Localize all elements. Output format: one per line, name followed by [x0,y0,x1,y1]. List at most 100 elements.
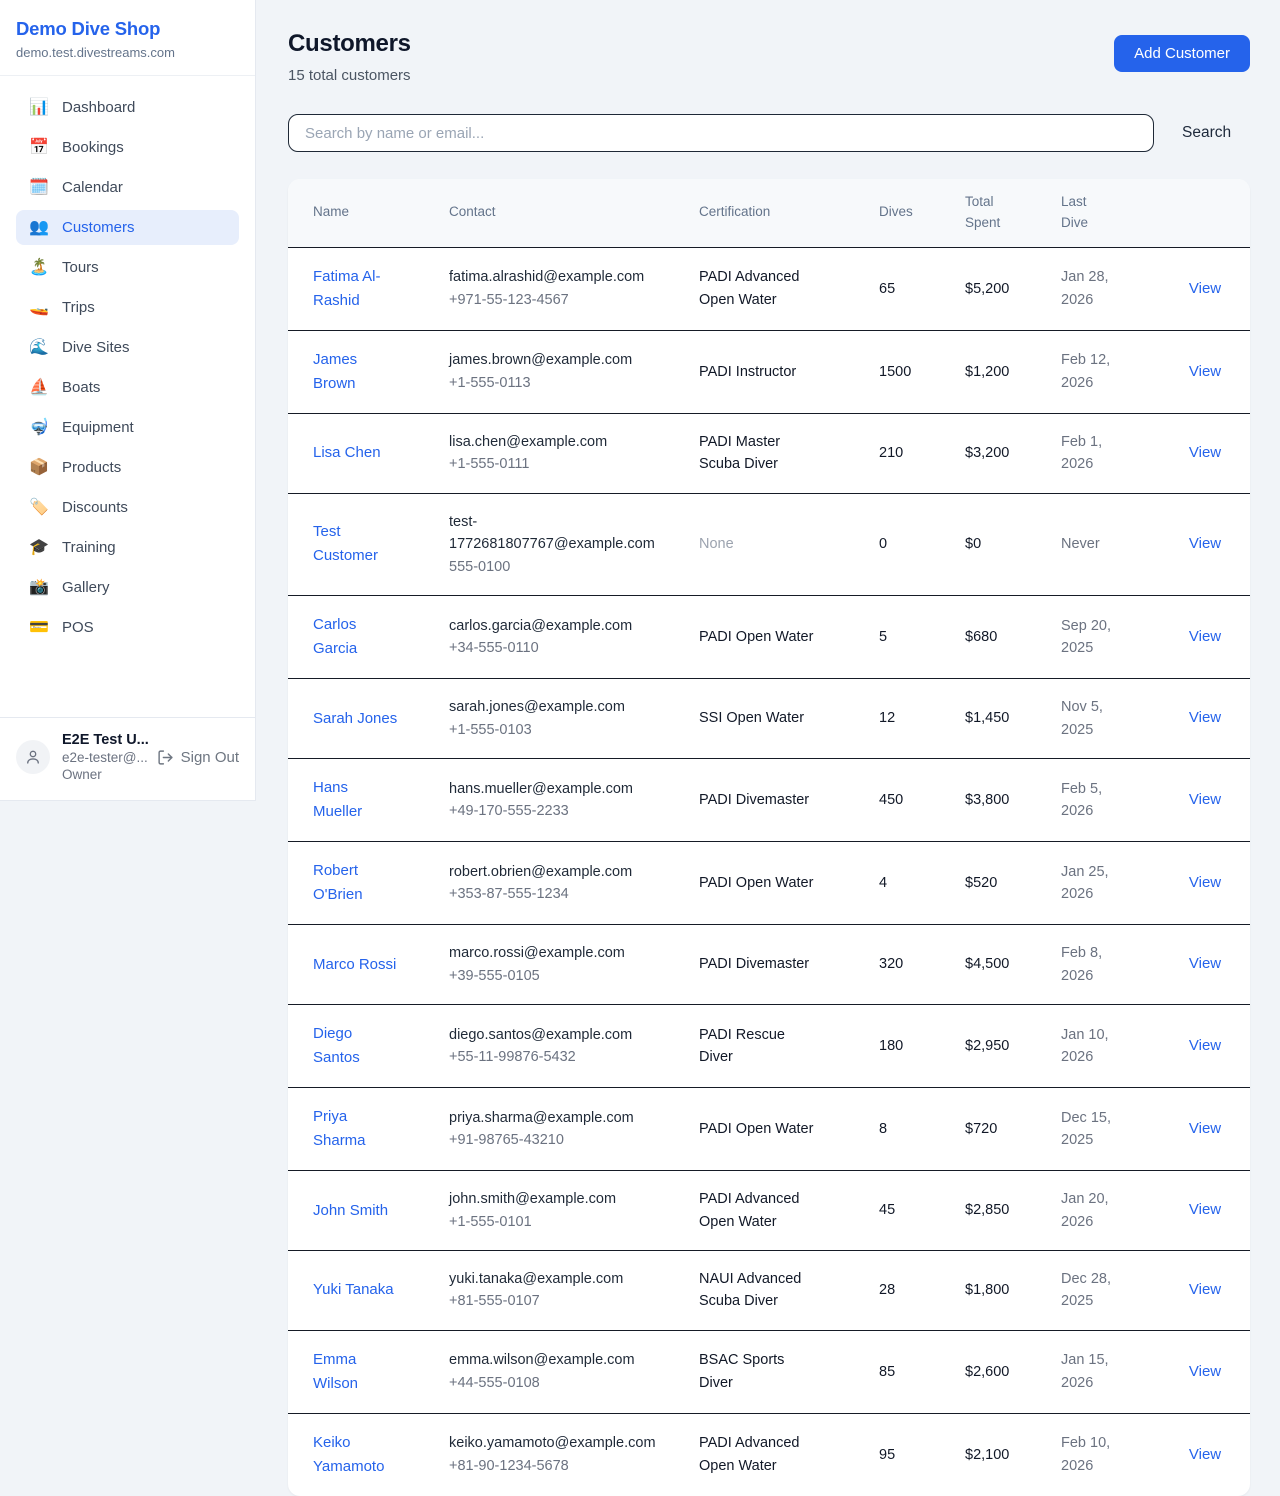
table-row: Carlos Garcia carlos.garcia@example.com … [288,596,1250,679]
sidebar-item-trips[interactable]: 🚤 Trips [16,290,239,325]
search-button[interactable]: Search [1182,124,1231,142]
view-customer-link[interactable]: View [1189,363,1221,380]
view-customer-link[interactable]: View [1189,535,1221,552]
sidebar-item-dashboard[interactable]: 📊 Dashboard [16,90,239,125]
customer-last-dive: Feb 12, 2026 [1045,330,1160,413]
view-customer-link[interactable]: View [1189,709,1221,726]
sidebar-item-customers[interactable]: 👥 Customers [16,210,239,245]
sidebar-item-label: Trips [62,299,95,316]
customer-last-dive: Dec 15, 2025 [1045,1088,1160,1171]
view-customer-link[interactable]: View [1189,791,1221,808]
customer-name-link[interactable]: Yuki Tanaka [288,1251,433,1331]
customer-name-link[interactable]: Hans Mueller [288,759,433,842]
customer-name-link[interactable]: James Brown [288,330,433,413]
view-customer-link[interactable]: View [1189,280,1221,297]
customer-name-link[interactable]: Carlos Garcia [288,596,433,679]
customer-contact: hans.mueller@example.com +49-170-555-223… [433,759,683,842]
customer-email: john.smith@example.com [449,1188,616,1210]
customer-name-link[interactable]: Keiko Yamamoto [288,1413,433,1496]
dashboard-icon: 📊 [29,100,49,116]
sidebar-item-tours[interactable]: 🏝️ Tours [16,250,239,285]
customer-contact: lisa.chen@example.com +1-555-0111 [433,413,683,493]
view-customer-link[interactable]: View [1189,1120,1221,1137]
sidebar-item-pos[interactable]: 💳 POS [16,610,239,645]
customer-count: 15 total customers [288,67,411,84]
table-row: Emma Wilson emma.wilson@example.com +44-… [288,1330,1250,1413]
customer-certification: SSI Open Water [683,679,863,759]
sidebar-item-label: Dive Sites [62,339,130,356]
customer-dives: 65 [863,247,949,330]
customer-certification: PADI Open Water [683,1088,863,1171]
customer-phone: +55-11-99876-5432 [449,1046,632,1068]
table-row: John Smith john.smith@example.com +1-555… [288,1171,1250,1251]
customer-certification: BSAC Sports Diver [683,1330,863,1413]
sidebar-item-training[interactable]: 🎓 Training [16,530,239,565]
customer-email: diego.santos@example.com [449,1024,632,1046]
sidebar-item-calendar[interactable]: 🗓️ Calendar [16,170,239,205]
search-input[interactable] [288,114,1154,152]
customer-dives: 95 [863,1413,949,1496]
table-row: Sarah Jones sarah.jones@example.com +1-5… [288,679,1250,759]
customer-dives: 85 [863,1330,949,1413]
customer-name-link[interactable]: Emma Wilson [288,1330,433,1413]
boats-icon: ⛵ [29,380,49,396]
view-customer-link[interactable]: View [1189,1037,1221,1054]
customer-contact: marco.rossi@example.com +39-555-0105 [433,925,683,1005]
view-customer-link[interactable]: View [1189,874,1221,891]
view-customer-link[interactable]: View [1189,1201,1221,1218]
customer-total-spent: $3,800 [949,759,1045,842]
customers-table-card: NameContactCertificationDivesTotal Spent… [288,179,1250,1496]
customer-contact: sarah.jones@example.com +1-555-0103 [433,679,683,759]
customer-name-link[interactable]: Fatima Al-Rashid [288,247,433,330]
sidebar-item-boats[interactable]: ⛵ Boats [16,370,239,405]
avatar [16,740,50,774]
customer-total-spent: $4,500 [949,925,1045,1005]
add-customer-button[interactable]: Add Customer [1114,35,1250,72]
view-customer-link[interactable]: View [1189,1446,1221,1463]
table-row: Diego Santos diego.santos@example.com +5… [288,1005,1250,1088]
customer-phone: +44-555-0108 [449,1372,635,1394]
column-header-contact: Contact [433,179,683,247]
sidebar: Demo Dive Shop demo.test.divestreams.com… [0,0,256,801]
view-customer-link[interactable]: View [1189,1363,1221,1380]
customer-contact: emma.wilson@example.com +44-555-0108 [433,1330,683,1413]
view-customer-link[interactable]: View [1189,444,1221,461]
customer-contact: priya.sharma@example.com +91-98765-43210 [433,1088,683,1171]
sidebar-item-equipment[interactable]: 🤿 Equipment [16,410,239,445]
customer-contact: james.brown@example.com +1-555-0113 [433,330,683,413]
customer-name-link[interactable]: Robert O'Brien [288,842,433,925]
customer-name-link[interactable]: Sarah Jones [288,679,433,759]
customer-phone: +49-170-555-2233 [449,800,633,822]
customer-total-spent: $520 [949,842,1045,925]
customer-name-link[interactable]: Diego Santos [288,1005,433,1088]
customer-name-link[interactable]: Marco Rossi [288,925,433,1005]
sidebar-item-gallery[interactable]: 📸 Gallery [16,570,239,605]
sidebar-item-label: Calendar [62,179,123,196]
customer-name-link[interactable]: Priya Sharma [288,1088,433,1171]
customer-name-link[interactable]: Test Customer [288,493,433,595]
customer-name-link[interactable]: John Smith [288,1171,433,1251]
customer-last-dive: Never [1045,493,1160,595]
gallery-icon: 📸 [29,580,49,596]
sidebar-item-products[interactable]: 📦 Products [16,450,239,485]
customer-email: test-1772681807767@example.com [449,511,661,556]
customer-certification: PADI Divemaster [683,759,863,842]
view-customer-link[interactable]: View [1189,955,1221,972]
customer-total-spent: $1,800 [949,1251,1045,1331]
sidebar-item-bookings[interactable]: 📅 Bookings [16,130,239,165]
customers-icon: 👥 [29,220,49,236]
bookings-icon: 📅 [29,140,49,156]
customer-certification: None [683,493,863,595]
sidebar-item-dive-sites[interactable]: 🌊 Dive Sites [16,330,239,365]
customer-name-link[interactable]: Lisa Chen [288,413,433,493]
customer-total-spent: $2,950 [949,1005,1045,1088]
customer-email: marco.rossi@example.com [449,942,625,964]
view-customer-link[interactable]: View [1189,1281,1221,1298]
page-title: Customers [288,30,411,58]
customer-contact: diego.santos@example.com +55-11-99876-54… [433,1005,683,1088]
table-row: Hans Mueller hans.mueller@example.com +4… [288,759,1250,842]
view-customer-link[interactable]: View [1189,628,1221,645]
customers-table: NameContactCertificationDivesTotal Spent… [288,179,1250,1496]
sidebar-item-discounts[interactable]: 🏷️ Discounts [16,490,239,525]
sign-out-button[interactable]: Sign Out [157,749,239,766]
